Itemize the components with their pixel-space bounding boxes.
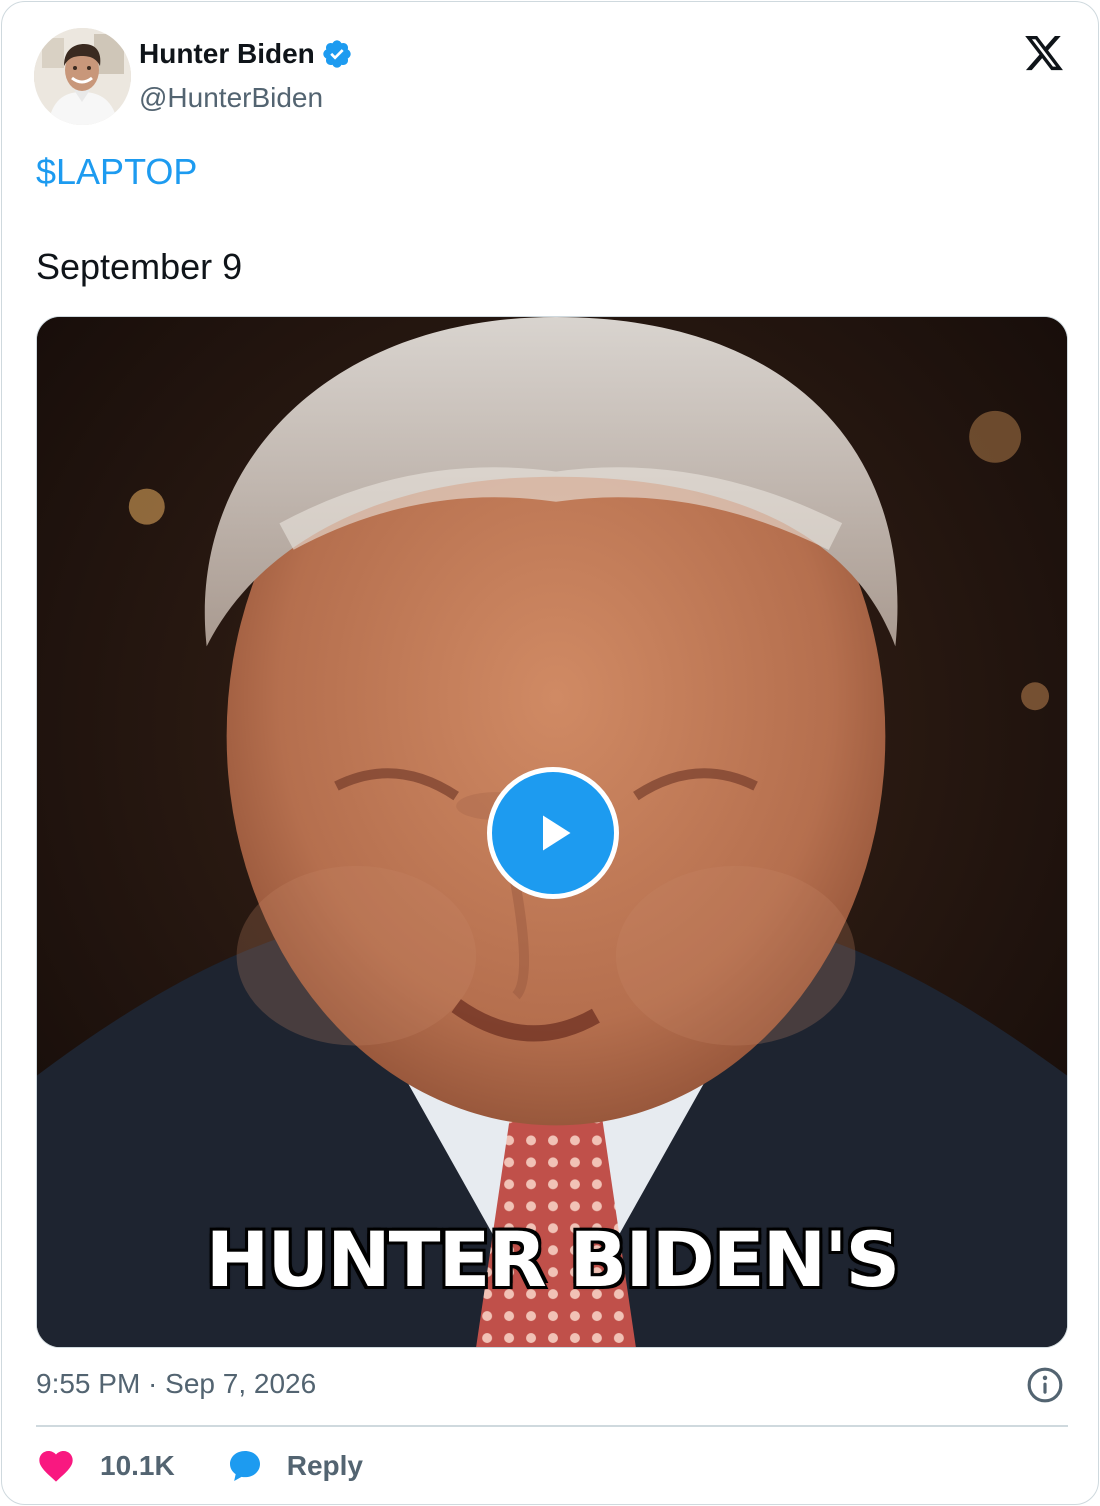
divider [36, 1425, 1068, 1427]
author-name-text: Hunter Biden [139, 38, 315, 69]
action-bar: 10.1K Reply [36, 1442, 363, 1490]
author-name[interactable]: Hunter Biden [139, 34, 353, 74]
reply-button[interactable]: Reply [225, 1446, 363, 1486]
like-count: 10.1K [100, 1450, 175, 1481]
video-player[interactable]: HUNTER BIDEN'S [36, 316, 1068, 1348]
tweet-text: September 9 [36, 246, 243, 287]
speech-bubble-icon [229, 1451, 260, 1481]
play-icon [543, 815, 571, 851]
author-handle[interactable]: @HunterBiden [139, 78, 323, 118]
heart-icon [39, 1451, 73, 1482]
cashtag-link[interactable]: $LAPTOP [36, 148, 197, 196]
video-caption: HUNTER BIDEN'S [205, 1215, 900, 1304]
info-icon[interactable] [1026, 1366, 1064, 1404]
avatar[interactable] [34, 28, 131, 125]
like-button[interactable]: 10.1K [36, 1446, 175, 1486]
avatar-image [34, 28, 131, 125]
play-button[interactable] [487, 767, 619, 899]
tweet-timestamp[interactable]: 9:55 PM · Sep 7, 2026 [36, 1364, 316, 1404]
tweet-card: Hunter Biden @HunterBiden $LAPTOP Septem… [1, 1, 1099, 1505]
reply-label: Reply [286, 1450, 363, 1481]
verified-badge-icon [321, 38, 353, 70]
x-logo-icon[interactable] [1022, 32, 1066, 74]
